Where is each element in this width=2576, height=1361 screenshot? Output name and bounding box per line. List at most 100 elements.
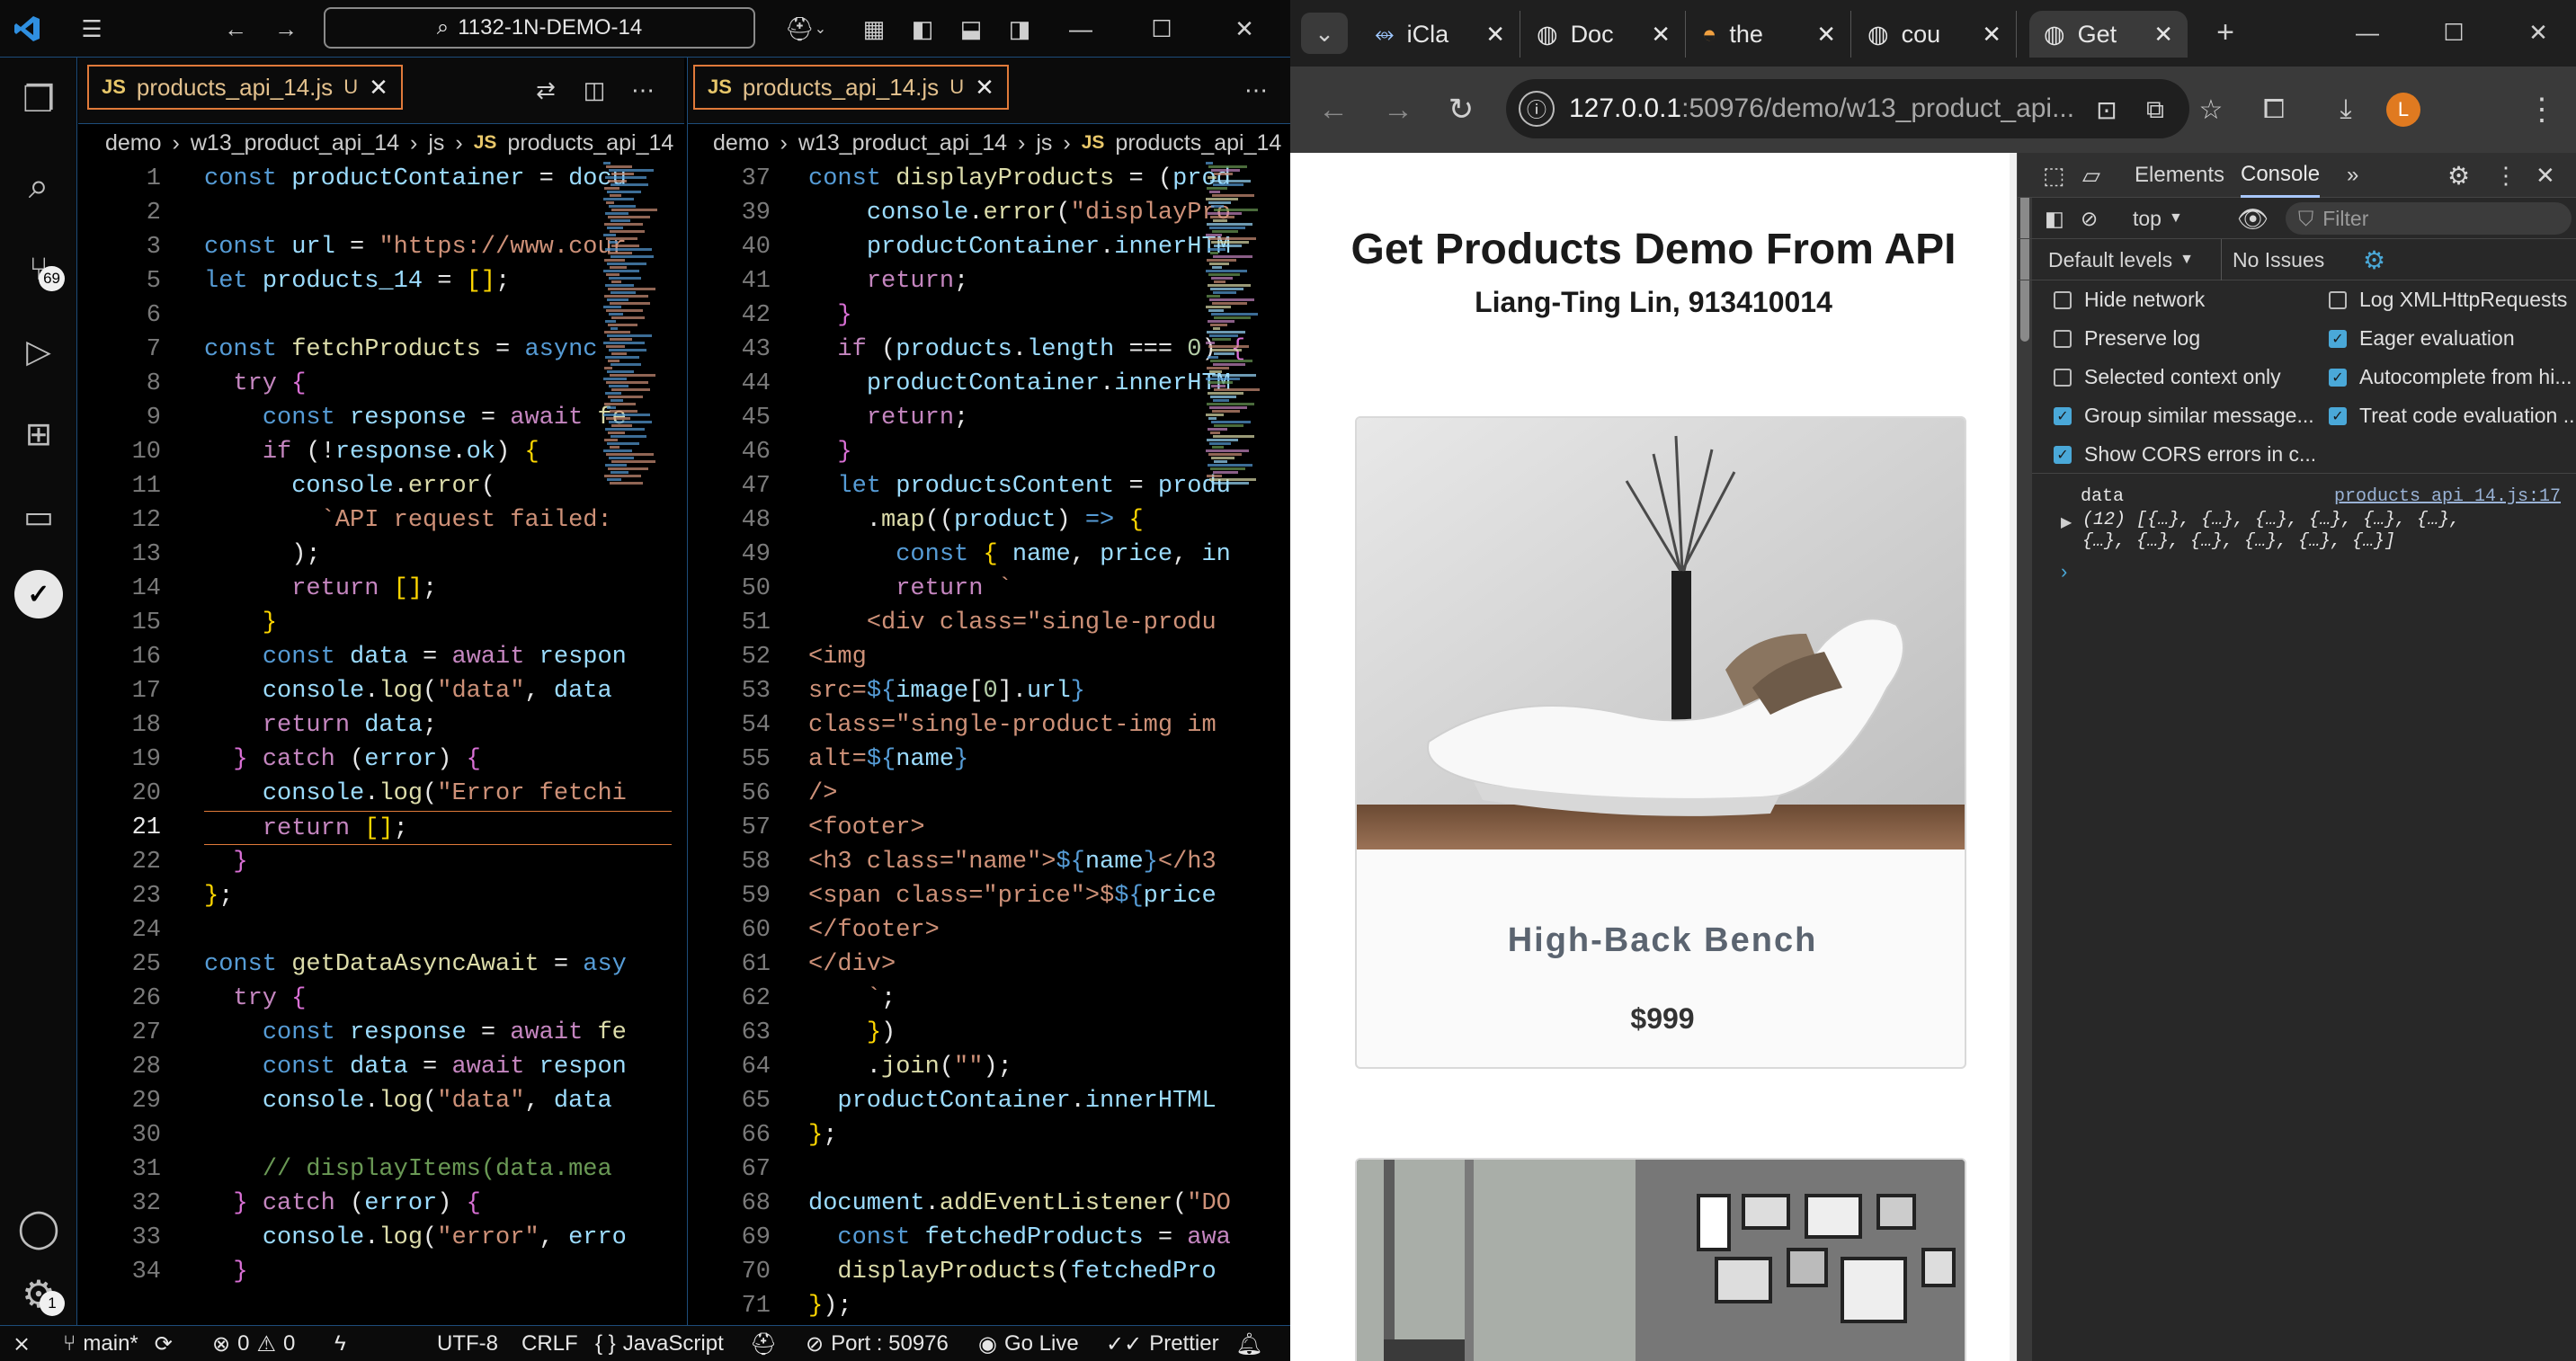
code-line[interactable]: if (!response.ok) { [204, 435, 672, 469]
command-center-search[interactable]: ⌕ 1132-1N-DEMO-14 [324, 7, 755, 49]
code-line[interactable]: const data = await respon [204, 1050, 672, 1084]
code-line[interactable]: .join(""); [808, 1050, 1254, 1084]
site-info-icon[interactable]: ⓘ [1519, 91, 1555, 127]
code-line[interactable]: let productsContent = produ [808, 469, 1254, 503]
layout-customize-icon[interactable]: ▦ [854, 9, 894, 49]
code-line[interactable]: } [808, 435, 1254, 469]
option-treat-code-eval[interactable]: ✓ Treat code evaluation ... [2329, 404, 2576, 428]
checkbox-checked[interactable]: ✓ [2054, 445, 2072, 464]
lightning-icon[interactable]: ϟ [334, 1326, 346, 1361]
checkbox-checked[interactable]: ✓ [2329, 368, 2347, 387]
browser-tab[interactable]: ◓ the ✕ [1688, 11, 1851, 58]
devtools-tab-elements[interactable]: Elements [2135, 153, 2224, 198]
code-line[interactable]: </div> [808, 947, 1254, 982]
code-line[interactable]: return []; [204, 572, 672, 606]
breadcrumb-item[interactable]: w13_product_api_14 [191, 130, 399, 156]
port-indicator[interactable]: ⊘ Port : 50976 [806, 1326, 949, 1361]
expand-arrow-icon[interactable]: ▶ [2061, 513, 2072, 531]
forward-arrow-icon[interactable]: → [266, 9, 306, 49]
code-line[interactable] [204, 1118, 672, 1152]
source-control-icon[interactable]: ⑂ 69 [0, 237, 77, 300]
code-line[interactable]: document.addEventListener("DO [808, 1187, 1254, 1221]
notifications-bell-icon[interactable]: 🔔︎ [1235, 1326, 1262, 1361]
code-line[interactable]: if (products.length === 0) { [808, 333, 1254, 367]
code-line[interactable]: </footer> [808, 913, 1254, 947]
minimap-right[interactable] [1206, 162, 1265, 485]
breadcrumb-item[interactable]: products_api_14 [1115, 130, 1281, 156]
code-line[interactable]: const fetchedProducts = awa [808, 1221, 1254, 1255]
minimize-icon[interactable]: — [1061, 9, 1101, 49]
option-group-similar[interactable]: ✓ Group similar message... [2054, 404, 2314, 428]
option-autocomplete[interactable]: ✓ Autocomplete from hi... [2329, 365, 2576, 389]
code-line[interactable]: // displayItems(data.mea [204, 1152, 672, 1187]
code-line[interactable]: return; [808, 401, 1254, 435]
tab-search-chevron-icon[interactable]: ⌄ [1301, 13, 1348, 54]
console-log-value-line1[interactable]: (12) [{…}, {…}, {…}, {…}, {…}, {…}, [2082, 510, 2460, 530]
checkbox[interactable] [2329, 290, 2347, 309]
context-selector[interactable]: top ▼ [2133, 198, 2183, 239]
bookmark-star-icon[interactable]: ☆ [2189, 88, 2233, 131]
code-line[interactable]: }; [204, 879, 672, 913]
code-line[interactable]: } [808, 298, 1254, 333]
code-line[interactable]: const displayProducts = (prod [808, 162, 1254, 196]
copilot-status-icon[interactable]: ⛑ [750, 1326, 777, 1361]
close-devtools-icon[interactable]: ✕ [2536, 153, 2555, 198]
download-icon[interactable]: ⤓ [2324, 88, 2367, 131]
checkbox-checked[interactable]: ✓ [2329, 406, 2347, 425]
code-line[interactable]: }) [808, 1016, 1254, 1050]
maximize-icon[interactable]: ☐ [1142, 9, 1181, 49]
devtools-scrollbar[interactable] [2018, 153, 2032, 1361]
eol-indicator[interactable]: CRLF [521, 1326, 578, 1361]
remote-explorer-icon[interactable]: ▭ [0, 485, 77, 548]
code-editor-left[interactable]: 1 const productContainer = docu 2 3 const ur… [78, 162, 684, 1325]
log-levels-dropdown[interactable]: Default levels ▼ [2048, 239, 2194, 280]
option-show-cors[interactable]: ✓ Show CORS errors in c... [2054, 442, 2314, 467]
more-options-icon[interactable]: ⋮ [2494, 153, 2518, 198]
browser-tab[interactable]: ◍ cou ✕ [1853, 11, 2017, 58]
code-line[interactable]: const data = await respon [204, 640, 672, 674]
code-line[interactable]: console.log("error", erro [204, 1221, 672, 1255]
code-line[interactable]: console.error( [204, 469, 672, 503]
browser-tab-active[interactable]: ◍ Get ✕ [2029, 11, 2188, 58]
breadcrumb-item[interactable]: demo [713, 130, 770, 156]
code-line[interactable]: return ` [808, 572, 1254, 606]
code-line[interactable]: return []; [204, 811, 672, 845]
clear-console-icon[interactable]: ⊘ [2081, 198, 2098, 239]
code-line[interactable]: src=${image[0].url} [808, 674, 1254, 708]
close-icon[interactable]: ✕ [2518, 13, 2558, 52]
toggle-panel-icon[interactable]: ⬓ [951, 9, 991, 49]
option-selected-context[interactable]: Selected context only [2054, 365, 2314, 389]
accounts-icon[interactable]: ◯ [0, 1196, 77, 1259]
toggle-sidebar-icon[interactable]: ◧ [903, 9, 942, 49]
search-icon[interactable]: ⌕ [0, 155, 77, 218]
code-line[interactable]: } [204, 1255, 672, 1289]
live-expression-eye-icon[interactable]: 👁︎ [2237, 198, 2269, 239]
prettier-indicator[interactable]: ✓✓ Prettier [1106, 1326, 1219, 1361]
code-line[interactable]: console.error("displayPro [808, 196, 1254, 230]
sidebar-toggle-icon[interactable]: ◧ [2045, 198, 2064, 239]
device-toolbar-icon[interactable]: ▱ [2082, 153, 2100, 198]
option-hide-network[interactable]: Hide network [2054, 288, 2314, 312]
code-line[interactable] [204, 913, 672, 947]
explorer-icon[interactable]: ❐ [0, 68, 77, 131]
code-line[interactable]: try { [204, 982, 672, 1016]
tab-close-icon[interactable]: ✕ [2153, 21, 2173, 49]
code-line[interactable]: console.log("data", data [204, 1084, 672, 1118]
problems-indicator[interactable]: ⊗ 0 ⚠ 0 [212, 1326, 295, 1361]
remote-indicator-icon[interactable]: ⨯ [13, 1326, 31, 1361]
code-line[interactable]: console.log("data", data [204, 674, 672, 708]
code-line[interactable]: class="single-product-img im [808, 708, 1254, 743]
back-arrow-icon[interactable]: ← [1312, 88, 1355, 131]
translate-icon[interactable]: ⧉ [2134, 88, 2177, 131]
back-arrow-icon[interactable]: ← [216, 9, 255, 49]
extensions-icon[interactable]: ⊞ [0, 403, 77, 466]
option-preserve-log[interactable]: Preserve log [2054, 326, 2314, 351]
code-line[interactable]: productContainer.innerHTML [808, 1084, 1254, 1118]
forward-arrow-icon[interactable]: → [1377, 88, 1420, 131]
code-line[interactable]: `API request failed: [204, 503, 672, 538]
profile-avatar[interactable]: L [2382, 88, 2425, 131]
toggle-secondary-sidebar-icon[interactable]: ◨ [1000, 9, 1039, 49]
checkbox[interactable] [2054, 368, 2072, 387]
go-live-button[interactable]: ◉ Go Live [978, 1326, 1079, 1361]
code-line[interactable]: /> [808, 777, 1254, 811]
